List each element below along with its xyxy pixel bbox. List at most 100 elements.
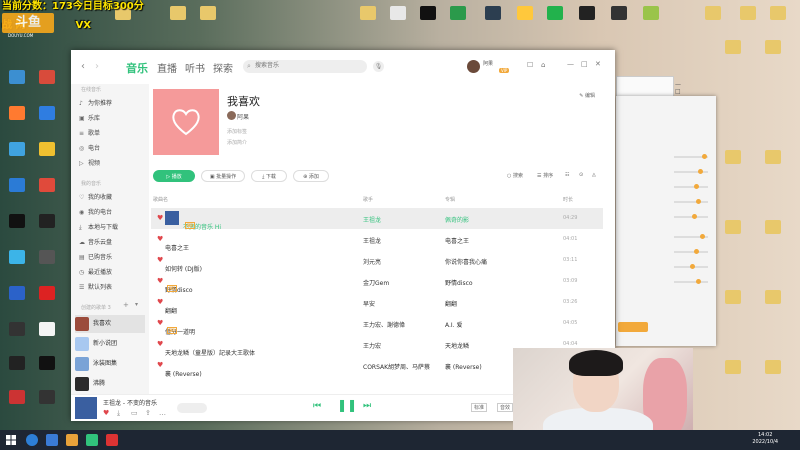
owner-avatar[interactable] xyxy=(227,111,236,120)
taskbar-app-icon[interactable] xyxy=(46,434,58,446)
taskbar-app-icon[interactable] xyxy=(86,434,98,446)
download-icon[interactable]: ⤓ xyxy=(117,409,120,418)
sidebar-playlist[interactable]: 沸腾 xyxy=(75,375,145,393)
desktop-icon[interactable] xyxy=(606,6,632,21)
song-album[interactable]: 你说你喜我心痛 xyxy=(445,257,487,266)
effect-button[interactable]: 音效 xyxy=(497,403,514,412)
table-row[interactable]: ♥ 借分一道明 SQ MV 王力宏、謝德偉 A.I. 爱 04:05 xyxy=(151,313,603,336)
sidebar-playlist[interactable]: 新小说团 xyxy=(75,335,145,353)
table-row[interactable]: ♥ 野情disco SQ MV 金刀Gem 野情disco 03:09 xyxy=(151,271,603,294)
desktop-icon[interactable] xyxy=(34,178,60,193)
mixer-slider[interactable] xyxy=(674,154,708,159)
desktop-icon[interactable] xyxy=(720,290,746,305)
sidebar-item-songlist[interactable]: ≡ 歌单 xyxy=(79,128,143,140)
mixer-slider[interactable] xyxy=(674,199,708,204)
desktop-icon[interactable] xyxy=(700,6,726,21)
listen-together-button[interactable] xyxy=(177,403,207,413)
taskbar-app-icon[interactable] xyxy=(106,434,118,446)
sidebar-item-default-list[interactable]: ☰ 默认列表 xyxy=(79,282,143,294)
song-artist[interactable]: 早安 xyxy=(363,299,375,308)
table-row[interactable]: ♥ 翻翻 早安 翻翻 03:26 xyxy=(151,292,603,315)
now-playing-title[interactable]: 王祖龙 - 不变的音乐 xyxy=(103,398,157,407)
taskbar-search-icon[interactable] xyxy=(26,434,38,446)
song-artist[interactable]: 金刀Gem xyxy=(363,278,389,287)
heart-icon[interactable]: ♥ xyxy=(157,298,163,306)
tab-audiobook[interactable]: 听书 xyxy=(185,60,205,75)
skin-icon[interactable]: ☐ xyxy=(527,61,533,69)
desktop-icon[interactable] xyxy=(512,6,538,21)
mixer-slider[interactable] xyxy=(674,184,708,189)
desktop-icon[interactable] xyxy=(34,214,60,229)
taskbar-app-icon[interactable] xyxy=(66,434,78,446)
playlist-owner[interactable]: 阿果 xyxy=(237,112,249,121)
edit-button[interactable]: ✎ 编辑 xyxy=(579,92,595,99)
desktop-icon[interactable] xyxy=(34,70,60,85)
heart-icon[interactable]: ♥ xyxy=(157,256,163,264)
quality-button[interactable]: 标准 xyxy=(471,403,488,412)
desktop-icon[interactable] xyxy=(720,40,746,55)
minimize-icon[interactable]: — xyxy=(567,60,574,68)
collapse-icon[interactable]: ▾ xyxy=(135,301,138,308)
desktop-icon[interactable] xyxy=(4,356,30,371)
settings-icon[interactable]: ⌂ xyxy=(541,61,545,69)
song-artist[interactable]: 王祖龙 xyxy=(363,215,381,224)
sidebar-item-purchased[interactable]: ▤ 已购音乐 xyxy=(79,252,143,264)
song-artist[interactable]: 刘元亮 xyxy=(363,257,381,266)
desktop-icon[interactable] xyxy=(34,390,60,405)
desktop-icon[interactable] xyxy=(165,6,191,21)
avatar[interactable] xyxy=(467,60,480,73)
mixer-slider[interactable] xyxy=(674,279,708,284)
desktop-icon[interactable] xyxy=(542,6,568,21)
desktop-icon[interactable] xyxy=(4,214,30,229)
now-playing-cover[interactable] xyxy=(75,397,97,419)
desktop-icon[interactable] xyxy=(34,322,60,337)
sidebar-item-my-radio[interactable]: ◉ 我的电台 xyxy=(79,207,143,219)
desktop-icon[interactable] xyxy=(765,6,791,21)
heart-icon[interactable]: ♥ xyxy=(157,277,163,285)
playlist-search-button[interactable]: ○ 搜索 xyxy=(507,172,523,179)
tab-live[interactable]: 直播 xyxy=(157,60,177,75)
close-icon[interactable]: ✕ xyxy=(595,60,601,68)
song-artist[interactable]: CORSAK胡梦周、马萨蔡 xyxy=(363,362,430,371)
desktop-icon[interactable] xyxy=(760,150,786,165)
mixer-orange-button[interactable] xyxy=(618,322,648,332)
heart-icon[interactable]: ♥ xyxy=(157,235,163,243)
sidebar-item-library[interactable]: ▣ 乐库 xyxy=(79,113,143,125)
previous-icon[interactable]: ⏮ xyxy=(313,401,321,411)
desktop-icon[interactable] xyxy=(385,6,411,21)
add-button[interactable]: ⊕ 添加 xyxy=(293,170,329,182)
song-album[interactable]: 襄 (Reverse) xyxy=(445,362,482,371)
desktop-icon[interactable] xyxy=(4,390,30,405)
desktop-icon[interactable] xyxy=(355,6,381,21)
desktop-icon[interactable] xyxy=(445,6,471,21)
song-artist[interactable]: 王祖龙 xyxy=(363,236,381,245)
desktop-icon[interactable] xyxy=(4,250,30,265)
desktop-icon[interactable] xyxy=(760,290,786,305)
notify-icon[interactable]: ◬ xyxy=(592,172,596,178)
more-icon[interactable]: … xyxy=(159,409,166,417)
sidebar-item-cloud[interactable]: ☁ 音乐云盘 xyxy=(79,237,143,249)
desktop-icon[interactable] xyxy=(4,70,30,85)
user-name[interactable]: 阿果 xyxy=(483,60,493,67)
sidebar-playlist[interactable]: 泳装图集 xyxy=(75,355,145,373)
mixer-slider[interactable] xyxy=(674,249,708,254)
table-row[interactable]: ♥ 如何转 (DJ版) 刘元亮 你说你喜我心痛 03:11 xyxy=(151,250,603,273)
desktop-icon[interactable] xyxy=(4,178,30,193)
windows-start-icon[interactable] xyxy=(6,435,16,445)
sidebar-item-local[interactable]: ⤓ 本地与下载 xyxy=(79,222,143,234)
sidebar-playlist-liked[interactable]: 我喜欢 xyxy=(75,315,145,333)
desktop-icon[interactable] xyxy=(638,6,664,21)
song-album[interactable]: 佩奇的影 xyxy=(445,215,469,224)
add-playlist-icon[interactable]: + xyxy=(123,301,129,309)
maximize-icon[interactable]: □ xyxy=(581,60,588,68)
mixer-slider[interactable] xyxy=(674,234,708,239)
tab-explore[interactable]: 探索 xyxy=(213,60,233,75)
pause-icon[interactable]: ❚❚ xyxy=(337,398,357,412)
desktop-icon[interactable] xyxy=(4,286,30,301)
desktop-icon[interactable] xyxy=(415,6,441,21)
sidebar-item-recommend[interactable]: ♪ 为你推荐 xyxy=(79,98,143,110)
heart-icon[interactable]: ♥ xyxy=(157,214,163,222)
desktop-icon[interactable] xyxy=(760,40,786,55)
desktop-icon[interactable] xyxy=(480,6,506,21)
download-button[interactable]: ⤓ 下载 xyxy=(251,170,287,182)
